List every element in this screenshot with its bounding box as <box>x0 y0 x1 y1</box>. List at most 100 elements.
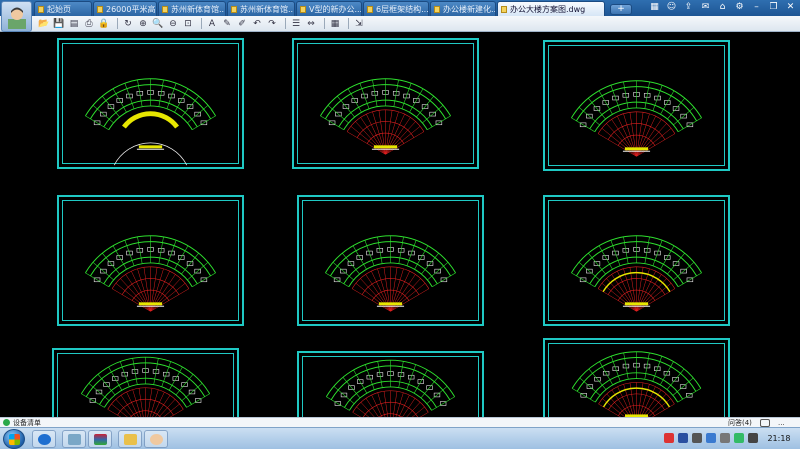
tab-label: 6层框架结构... <box>376 5 429 14</box>
keyboard-icon[interactable] <box>692 433 702 443</box>
pencil-icon[interactable]: ✎ <box>221 18 233 30</box>
new-tab-button[interactable]: + <box>610 4 632 15</box>
tab-label: V型的新办公... <box>309 5 362 14</box>
floor-plan-drawing <box>80 356 211 417</box>
floor-plan-drawing <box>84 78 217 166</box>
help-icon[interactable] <box>678 433 688 443</box>
dwg-file-icon <box>300 6 306 13</box>
winrar-icon <box>94 434 107 445</box>
update-icon[interactable] <box>734 433 744 443</box>
tab-label: 26000平米高... <box>106 5 156 14</box>
taskbar-app-winrar[interactable] <box>88 430 112 448</box>
rotate-icon[interactable]: ↻ <box>122 18 134 30</box>
taskbar-app-cad[interactable] <box>62 430 86 448</box>
drawing-sheet[interactable] <box>543 195 730 326</box>
volume-icon[interactable] <box>748 433 758 443</box>
tab-bar: 起始页 26000平米高... 苏州新体育馆... 苏州新体育馆... V型的新办公..… <box>0 0 800 16</box>
drawing-sheet[interactable] <box>297 195 484 326</box>
document-tabs: 起始页 26000平米高... 苏州新体育馆... 苏州新体育馆... V型的新办公..… <box>34 1 632 16</box>
drawing-canvas[interactable] <box>0 33 800 417</box>
lock-icon[interactable]: 🔒 <box>98 18 110 30</box>
ime-icon[interactable] <box>664 433 674 443</box>
user-icon[interactable]: ☺ <box>666 2 677 13</box>
tab-0[interactable]: 起始页 <box>34 1 92 16</box>
tab-label: 办公大楼方案图.dwg <box>510 5 586 14</box>
cad-viewer-window: 起始页 26000平米高... 苏州新体育馆... 苏州新体育馆... V型的新办公..… <box>0 0 800 449</box>
drawing-sheet[interactable] <box>543 338 730 417</box>
drawing-sheet[interactable] <box>297 351 484 417</box>
export-icon[interactable]: ⇲ <box>353 18 365 30</box>
windows-logo-icon <box>9 434 20 445</box>
undo-icon[interactable]: ↶ <box>251 18 263 30</box>
tab-5[interactable]: 6层框架结构... <box>363 1 429 16</box>
toolbar: 📂 💾 ▤ ⎙ 🔒 ↻ ⊕ 🔍 ⊖ ⊡ A ✎ ✐ ↶ ↷ ☰ ⇔ ▦ ⇲ <box>0 16 800 32</box>
print-icon[interactable]: ⎙ <box>83 18 95 30</box>
chat-icon[interactable] <box>760 419 770 427</box>
toolbar-divider <box>285 18 286 29</box>
drawing-sheet[interactable] <box>543 40 730 171</box>
drawing-sheet[interactable] <box>52 348 239 417</box>
tab-label: 苏州新体育馆... <box>240 5 295 14</box>
toolbar-divider <box>324 18 325 29</box>
settings-icon[interactable]: ⚙ <box>734 2 745 13</box>
title-bar-icons: ▦ ☺ ⇪ ✉ ⌂ ⚙ – ❐ ✕ <box>649 2 796 13</box>
grid-icon[interactable]: ▦ <box>649 2 660 13</box>
zoom-in-icon[interactable]: 🔍 <box>152 18 164 30</box>
cad-icon <box>68 434 81 445</box>
marker-icon[interactable]: ✐ <box>236 18 248 30</box>
layer-icon[interactable]: ☰ <box>290 18 302 30</box>
dwg-file-icon <box>97 6 103 13</box>
taskbar-app-explorer[interactable] <box>32 430 56 448</box>
text-icon[interactable]: A <box>206 18 218 30</box>
zoom-out-icon[interactable]: ⊖ <box>167 18 179 30</box>
drawing-sheet[interactable] <box>292 38 479 169</box>
taskbar-app-avatar[interactable] <box>144 430 168 448</box>
status-bar: 设备清单 问答(4) ... <box>0 417 800 427</box>
dwg-file-icon <box>38 6 44 13</box>
dwg-file-icon <box>231 6 237 13</box>
tab-6[interactable]: 办公楼新建化... <box>430 1 496 16</box>
pan-icon[interactable]: ⊡ <box>182 18 194 30</box>
chat-icon[interactable]: ✉ <box>700 2 711 13</box>
user-avatar[interactable] <box>1 1 32 32</box>
user-avatar-icon <box>7 7 26 29</box>
stack-icon[interactable]: ▦ <box>329 18 341 30</box>
dimension-icon[interactable]: ⇔ <box>305 18 317 30</box>
floor-plan-drawing <box>319 78 452 155</box>
explorer-icon <box>38 434 51 445</box>
floor-plan-drawing <box>324 235 457 312</box>
floor-plan-drawing <box>84 235 217 312</box>
floor-plan-drawing <box>570 235 703 312</box>
toolbar-divider <box>348 18 349 29</box>
tab-3[interactable]: 苏州新体育馆... <box>227 1 295 16</box>
tab-4[interactable]: V型的新办公... <box>296 1 362 16</box>
tab-label: 办公楼新建化... <box>443 5 496 14</box>
toolbar-divider <box>117 18 118 29</box>
share-icon[interactable]: ⇪ <box>683 2 694 13</box>
tab-7[interactable]: 办公大楼方案图.dwg <box>497 1 605 16</box>
toolbar-divider <box>201 18 202 29</box>
minimize-icon[interactable]: – <box>751 2 762 13</box>
clock[interactable]: 21:18 <box>764 428 794 449</box>
security-icon[interactable] <box>720 433 730 443</box>
open-icon[interactable]: 📂 <box>38 18 50 30</box>
network-icon[interactable] <box>706 433 716 443</box>
folder-icon <box>124 434 137 445</box>
tab-2[interactable]: 苏州新体育馆... <box>158 1 226 16</box>
saveas-icon[interactable]: ▤ <box>68 18 80 30</box>
tab-label: 起始页 <box>47 5 71 14</box>
restore-icon[interactable]: ❐ <box>768 2 779 13</box>
taskbar: 21:18 <box>0 427 800 449</box>
drawing-sheet[interactable] <box>57 195 244 326</box>
taskbar-app-folder[interactable] <box>118 430 142 448</box>
redo-icon[interactable]: ↷ <box>266 18 278 30</box>
drawing-sheet[interactable] <box>57 38 244 169</box>
tab-1[interactable]: 26000平米高... <box>93 1 157 16</box>
save-icon[interactable]: 💾 <box>53 18 65 30</box>
start-button[interactable] <box>3 429 25 449</box>
system-tray <box>664 433 758 443</box>
dwg-file-icon <box>434 6 440 13</box>
close-icon[interactable]: ✕ <box>785 2 796 13</box>
mail-icon[interactable]: ⌂ <box>717 2 728 13</box>
zoom-window-icon[interactable]: ⊕ <box>137 18 149 30</box>
